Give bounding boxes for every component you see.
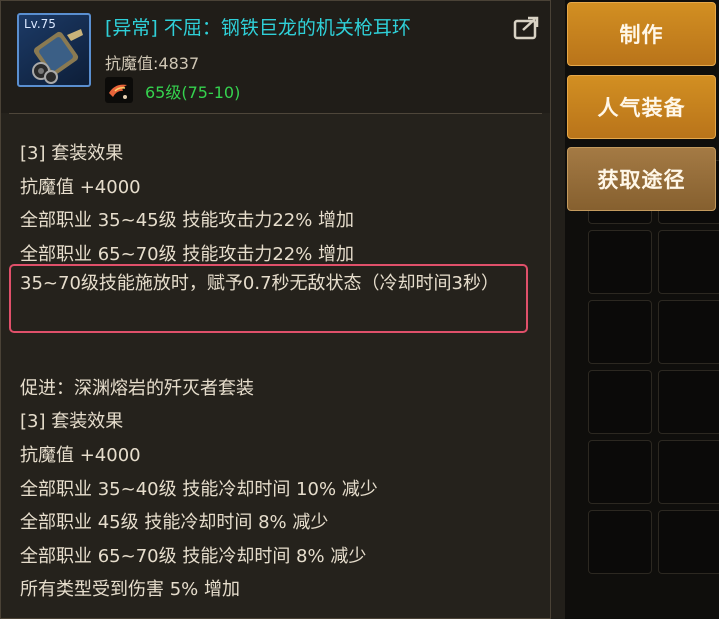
set-effect-title: [3] 套装效果 [20,411,124,432]
effect-line: 全部职业 65~70级 技能攻击力22% 增加 [20,244,355,265]
effect-line: 抗魔值 +4000 [20,177,141,198]
machine-gun-earring-icon: Lv.75 [17,13,91,87]
effect-line: 全部职业 65~70级 技能冷却时间 8% 减少 [20,546,367,567]
effect-line: 全部职业 35~45级 技能攻击力22% 增加 [20,210,355,231]
resist-value: 抗魔值:4837 [105,54,200,73]
craft-button[interactable]: 制作 [567,2,716,66]
acquire-method-button[interactable]: 获取途径 [567,147,716,211]
set-promote: 促进：深渊熔岩的歼灭者套装 [20,378,254,399]
popular-equipment-button[interactable]: 人气装备 [567,75,716,139]
item-tooltip: Lv.75 [异常] 不屈：钢铁巨龙的机关枪耳环 抗魔值:4837 65级(75… [0,0,551,619]
effect-line: 所有类型受到伤害 5% 增加 [20,579,240,600]
effect-line: 全部职业 35~40级 技能冷却时间 10% 减少 [20,479,378,500]
flame-bird-icon [105,77,133,103]
item-title: [异常] 不屈：钢铁巨龙的机关枪耳环 [105,17,411,39]
item-level: 65级(75-10) [145,83,241,102]
highlight-box [9,264,528,333]
set-effect-title: [3] 套装效果 [20,143,124,164]
effect-line: 抗魔值 +4000 [20,445,141,466]
share-icon[interactable] [513,15,541,41]
effect-line: 全部职业 45级 技能冷却时间 8% 减少 [20,512,329,533]
